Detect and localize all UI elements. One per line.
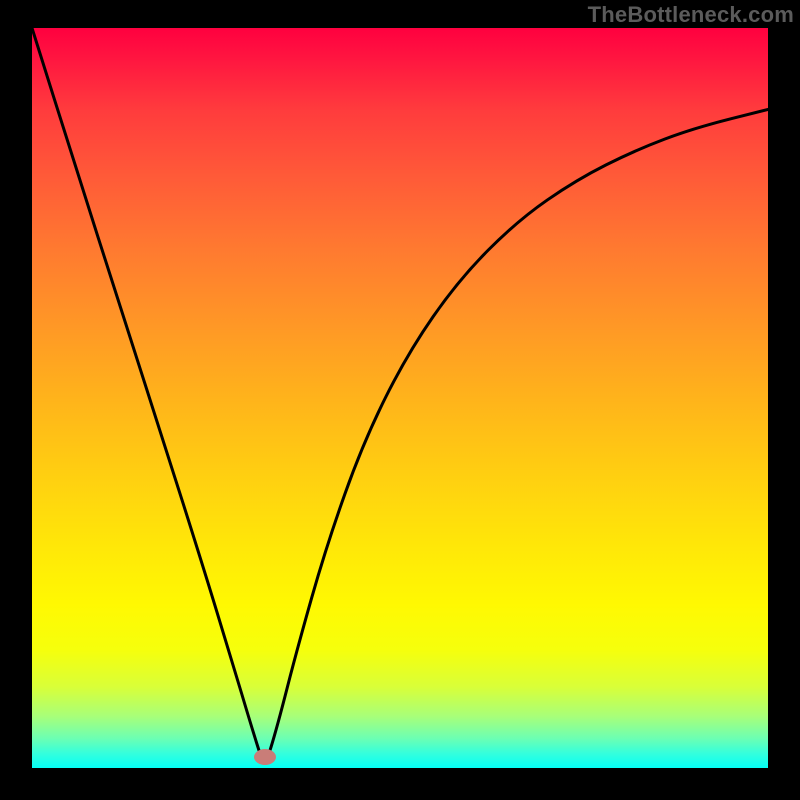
attribution-text: TheBottleneck.com: [588, 2, 794, 28]
minimum-marker: [254, 749, 276, 765]
chart-frame: TheBottleneck.com: [0, 0, 800, 800]
bottleneck-curve: [32, 28, 768, 768]
plot-area: [32, 28, 768, 768]
